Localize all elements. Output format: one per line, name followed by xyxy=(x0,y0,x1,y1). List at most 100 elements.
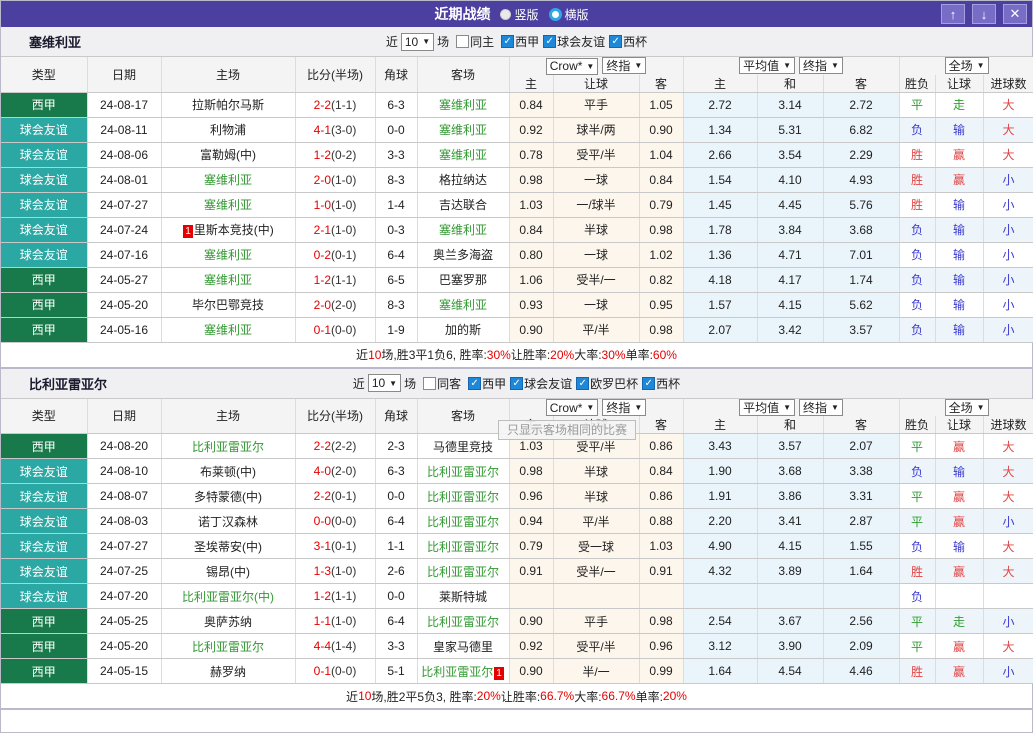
away-team-cell[interactable]: 比利亚雷亚尔 xyxy=(417,608,510,634)
away-team-cell[interactable]: 巴塞罗那 xyxy=(417,267,510,293)
radio-icon[interactable] xyxy=(548,7,562,21)
close-button[interactable]: ✕ xyxy=(1003,4,1027,24)
checkbox-checked-icon[interactable]: ✓ xyxy=(543,35,557,48)
team-name[interactable]: 诺丁汉森林 xyxy=(198,515,258,529)
home-team-cell[interactable]: 塞维利亚 xyxy=(161,192,296,218)
team-name[interactable]: 比利亚雷亚尔 xyxy=(427,565,499,579)
away-team-cell[interactable]: 比利亚雷亚尔 1 xyxy=(417,658,510,684)
team-name[interactable]: 多特蒙德(中) xyxy=(194,490,262,504)
checkbox-checked-icon[interactable]: ✓ xyxy=(642,376,656,390)
home-team-cell[interactable]: 塞维利亚 xyxy=(161,267,296,293)
checkbox-checked-icon[interactable]: ✓ xyxy=(576,376,590,390)
team-name[interactable]: 巴塞罗那 xyxy=(439,273,487,287)
away-team-cell[interactable]: 塞维利亚 xyxy=(417,117,510,143)
away-team-cell[interactable]: 比利亚雷亚尔 xyxy=(417,508,510,534)
team-name[interactable]: 加的斯 xyxy=(445,323,481,337)
period-select[interactable]: 全场 ▼ xyxy=(944,398,989,416)
away-team-cell[interactable]: 塞维利亚 xyxy=(417,217,510,243)
away-team-cell[interactable]: 比利亚雷亚尔 xyxy=(417,533,510,559)
away-team-cell[interactable]: 比利亚雷亚尔 xyxy=(417,483,510,509)
team-name[interactable]: 富勒姆(中) xyxy=(200,148,256,162)
team-name[interactable]: 比利亚雷亚尔 xyxy=(427,465,499,479)
radio-icon[interactable] xyxy=(500,8,512,20)
bookmaker-select[interactable]: Crow* ▼ xyxy=(545,57,599,75)
checkbox-icon[interactable] xyxy=(423,376,437,390)
league-filter[interactable]: ✓ 西甲 xyxy=(468,375,506,392)
team-name[interactable]: 格拉纳达 xyxy=(439,173,487,187)
team-name[interactable]: 奥萨苏纳 xyxy=(204,615,252,629)
layout-radio-vertical[interactable]: 竖版 xyxy=(500,6,539,23)
scroll-up-button[interactable]: ↑ xyxy=(941,4,965,24)
period-select[interactable]: 全场 ▼ xyxy=(944,57,989,75)
scroll-down-button[interactable]: ↓ xyxy=(972,4,996,24)
home-team-cell[interactable]: 拉斯帕尔马斯 xyxy=(161,92,296,118)
odds-time-select2[interactable]: 终指 ▼ xyxy=(799,398,843,416)
home-team-cell[interactable]: 比利亚雷亚尔 xyxy=(161,433,296,459)
team-name[interactable]: 奥兰多海盗 xyxy=(433,248,493,262)
team-name[interactable]: 毕尔巴鄂竞技 xyxy=(192,298,264,312)
team-name[interactable]: 塞维利亚 xyxy=(204,323,252,337)
team-name[interactable]: 里斯本竞技(中) xyxy=(194,223,274,237)
same-venue-filter[interactable]: 同主 xyxy=(456,33,494,50)
home-team-cell[interactable]: 比利亚雷亚尔 xyxy=(161,633,296,659)
team-name[interactable]: 赫罗纳 xyxy=(210,665,246,679)
team-name[interactable]: 比利亚雷亚尔 xyxy=(427,540,499,554)
team-name[interactable]: 布莱顿(中) xyxy=(200,465,256,479)
team-name[interactable]: 圣埃蒂安(中) xyxy=(194,540,262,554)
away-team-cell[interactable]: 奥兰多海盗 xyxy=(417,242,510,268)
home-team-cell[interactable]: 利物浦 xyxy=(161,117,296,143)
team-name[interactable]: 比利亚雷亚尔 xyxy=(192,440,264,454)
team-name[interactable]: 比利亚雷亚尔 xyxy=(427,490,499,504)
team-name[interactable]: 塞维利亚 xyxy=(439,223,487,237)
away-team-cell[interactable]: 塞维利亚 xyxy=(417,142,510,168)
match-count-select[interactable]: 10 ▼ xyxy=(400,32,435,51)
team-name[interactable]: 拉斯帕尔马斯 xyxy=(192,98,264,112)
league-filter[interactable]: ✓ 球会友谊 xyxy=(543,33,605,50)
home-team-cell[interactable]: 塞维利亚 xyxy=(161,167,296,193)
home-team-cell[interactable]: 富勒姆(中) xyxy=(161,142,296,168)
away-team-cell[interactable]: 比利亚雷亚尔 xyxy=(417,458,510,484)
home-team-cell[interactable]: 塞维利亚 xyxy=(161,317,296,343)
home-team-cell[interactable]: 比利亚雷亚尔(中) xyxy=(161,583,296,609)
bookmaker-select[interactable]: Crow* ▼ xyxy=(545,399,599,416)
team-name[interactable]: 马德里竞技 xyxy=(433,440,493,454)
team-name[interactable]: 比利亚雷亚尔 xyxy=(421,665,493,679)
team-name[interactable]: 塞维利亚 xyxy=(204,273,252,287)
odds-time-select[interactable]: 终指 ▼ xyxy=(602,398,647,416)
league-filter[interactable]: ✓ 西杯 xyxy=(642,375,680,392)
odds-time-select[interactable]: 终指 ▼ xyxy=(602,57,647,74)
home-team-cell[interactable]: 锡昂(中) xyxy=(161,558,296,584)
average-select[interactable]: 平均值 ▼ xyxy=(739,398,796,416)
team-name[interactable]: 塞维利亚 xyxy=(439,298,487,312)
checkbox-checked-icon[interactable]: ✓ xyxy=(501,35,515,48)
away-team-cell[interactable]: 吉达联合 xyxy=(417,192,510,218)
home-team-cell[interactable]: 多特蒙德(中) xyxy=(161,483,296,509)
team-name[interactable]: 比利亚雷亚尔 xyxy=(427,515,499,529)
home-team-cell[interactable]: 诺丁汉森林 xyxy=(161,508,296,534)
odds-time-select2[interactable]: 终指 ▼ xyxy=(799,57,843,75)
team-name[interactable]: 塞维利亚 xyxy=(204,198,252,212)
team-name[interactable]: 塞维利亚 xyxy=(439,98,487,112)
team-name[interactable]: 比利亚雷亚尔(中) xyxy=(182,590,274,604)
team-name[interactable]: 利物浦 xyxy=(210,123,246,137)
team-name[interactable]: 锡昂(中) xyxy=(206,565,250,579)
away-team-cell[interactable]: 皇家马德里 xyxy=(417,633,510,659)
away-team-cell[interactable]: 格拉纳达 xyxy=(417,167,510,193)
team-name[interactable]: 塞维利亚 xyxy=(439,123,487,137)
same-venue-filter[interactable]: 同客 xyxy=(423,375,461,392)
home-team-cell[interactable]: 1 里斯本竞技(中) xyxy=(161,217,296,243)
away-team-cell[interactable]: 塞维利亚 xyxy=(417,292,510,318)
team-name[interactable]: 吉达联合 xyxy=(439,198,487,212)
team-name[interactable]: 莱斯特城 xyxy=(439,590,487,604)
away-team-cell[interactable]: 塞维利亚 xyxy=(417,92,510,118)
team-name[interactable]: 比利亚雷亚尔 xyxy=(192,640,264,654)
home-team-cell[interactable]: 圣埃蒂安(中) xyxy=(161,533,296,559)
match-count-select[interactable]: 10 ▼ xyxy=(367,374,402,392)
league-filter[interactable]: ✓ 球会友谊 xyxy=(510,375,572,392)
home-team-cell[interactable]: 毕尔巴鄂竞技 xyxy=(161,292,296,318)
away-team-cell[interactable]: 马德里竞技 xyxy=(417,433,510,459)
home-team-cell[interactable]: 奥萨苏纳 xyxy=(161,608,296,634)
checkbox-checked-icon[interactable]: ✓ xyxy=(510,376,524,390)
team-name[interactable]: 塞维利亚 xyxy=(204,248,252,262)
team-name[interactable]: 皇家马德里 xyxy=(433,640,493,654)
